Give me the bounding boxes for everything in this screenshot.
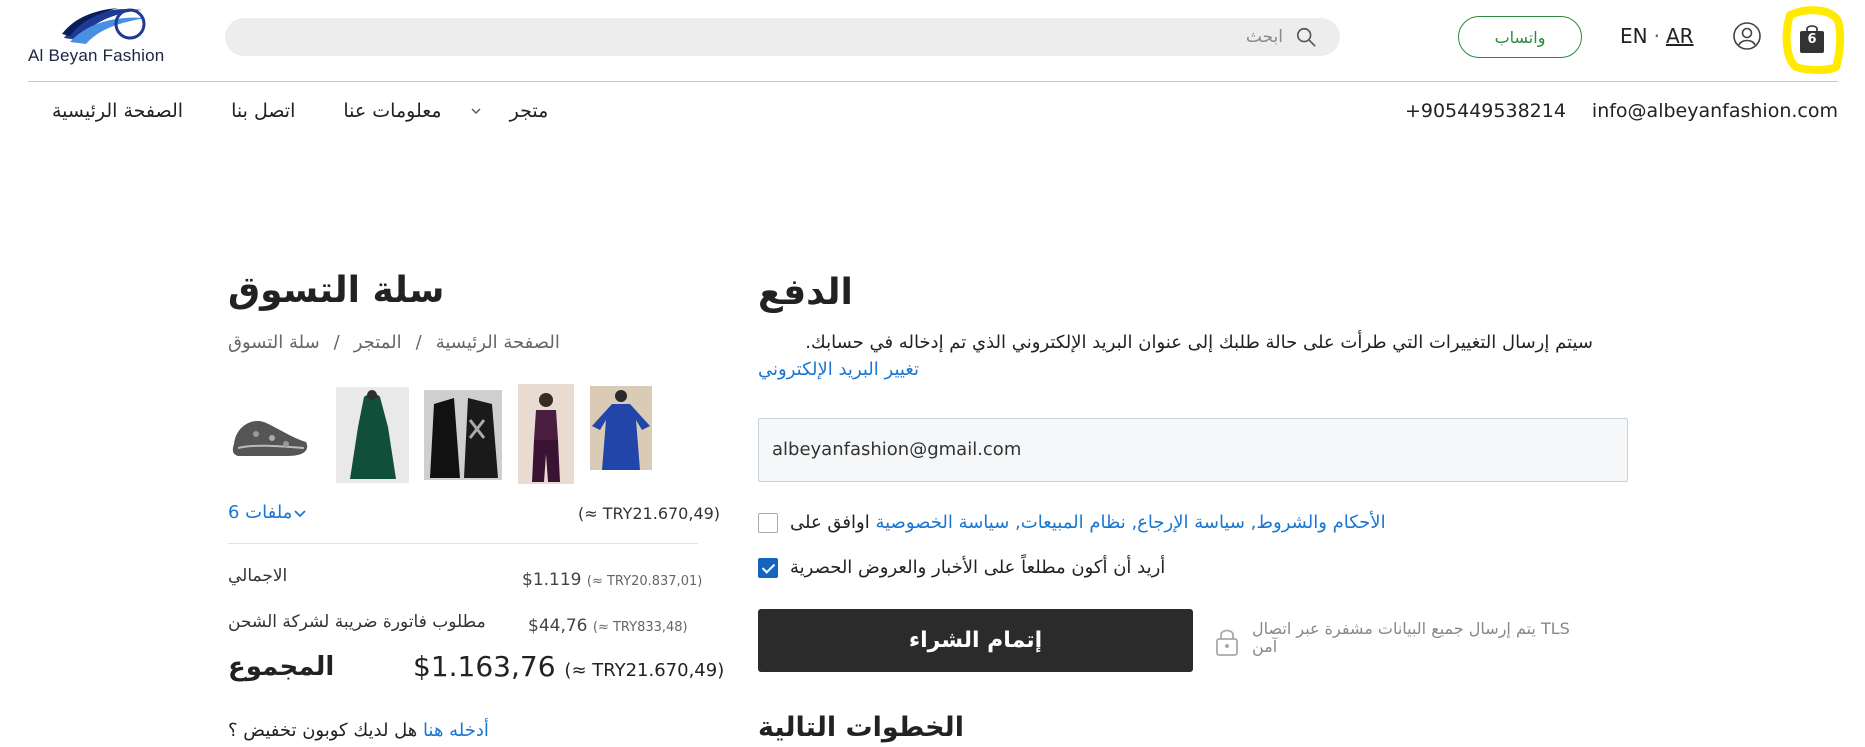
coupon-link[interactable]: أدخله هنا <box>423 720 489 741</box>
newsletter-row: أريد أن أكون مطلعاً على الأخبار والعروض … <box>758 557 1165 578</box>
coupon-question: هل لديك كوبون تخفيض ؟ <box>228 720 418 741</box>
nav-shop[interactable]: متجر <box>510 100 549 122</box>
email-field <box>758 418 1628 482</box>
product-thumb-black-abaya[interactable] <box>424 390 502 480</box>
cart-count-badge: 6 <box>1807 32 1817 47</box>
cart-title: سلة التسوق <box>228 270 445 311</box>
terms-row: الأحكام والشروط, سياسة الإرجاع, نظام الم… <box>758 512 1386 533</box>
payment-title: الدفع <box>758 272 853 313</box>
breadcrumb: سلة التسوق / المتجر / الصفحة الرئيسية <box>228 332 560 353</box>
lang-ar-link[interactable]: AR <box>1666 24 1694 48</box>
terms-checkbox[interactable] <box>758 512 778 533</box>
brand-logo-text[interactable]: Al Beyan Fashion <box>28 46 164 66</box>
summary-subtotal-try: (≈ TRY20.837,01) <box>586 574 703 589</box>
contact-info: +905449538214 info@albeyanfashion.com <box>1405 100 1838 122</box>
breadcrumb-cart: سلة التسوق <box>228 332 320 353</box>
terms-links[interactable]: الأحكام والشروط, سياسة الإرجاع, نظام الم… <box>875 512 1385 533</box>
header-divider <box>28 81 1838 82</box>
payment-description: سيتم إرسال التغييرات التي طرأت على حالة … <box>758 332 1593 380</box>
terms-prefix: اوافق على <box>790 512 870 533</box>
payment-description-text: سيتم إرسال التغييرات التي طرأت على حالة … <box>805 332 1593 353</box>
breadcrumb-home[interactable]: الصفحة الرئيسية <box>436 332 560 353</box>
language-switcher: EN · AR <box>1620 24 1694 48</box>
summary-subtotal-usd: $1.119 <box>522 570 582 590</box>
summary-total-try: (≈ TRY21.670,49) <box>564 660 725 681</box>
lang-en-link[interactable]: EN <box>1620 24 1648 48</box>
newsletter-text: أريد أن أكون مطلعاً على الأخبار والعروض … <box>790 557 1166 578</box>
search-input[interactable] <box>243 18 1283 56</box>
summary-total-value: $1.163,76 (≈ TRY21.670,49) <box>413 650 724 683</box>
cart-separator <box>228 543 698 544</box>
main-nav: الصفحة الرئيسية اتصل بنا معلومات عنا متج… <box>28 100 548 122</box>
product-thumb-purple-set[interactable] <box>518 384 574 484</box>
breadcrumb-separator: / <box>333 332 340 353</box>
summary-subtotal-value: $1.119 (≈ TRY20.837,01) <box>522 570 702 590</box>
summary-subtotal-label: الاجمالي <box>228 566 288 586</box>
breadcrumb-shop[interactable]: المتجر <box>354 332 402 353</box>
next-steps-heading: الخطوات التالية <box>758 712 964 743</box>
summary-tax-try: (≈ TRY833,48) <box>592 620 688 635</box>
contact-phone[interactable]: +905449538214 <box>1405 100 1566 122</box>
complete-purchase-button[interactable]: إتمام الشراء <box>758 609 1193 672</box>
files-toggle[interactable]: ملفات 6 <box>228 502 318 523</box>
lock-icon <box>1216 629 1238 656</box>
cart-thumbnails <box>228 384 698 486</box>
coupon-prompt: أدخله هنا هل لديك كوبون تخفيض ؟ <box>228 720 489 741</box>
files-label: ملفات 6 <box>228 502 293 523</box>
contact-email[interactable]: info@albeyanfashion.com <box>1592 100 1838 122</box>
nav-contact[interactable]: اتصل بنا <box>231 100 295 122</box>
summary-tax-value: $44,76 (≈ TRY833,48) <box>528 616 688 636</box>
product-thumb-shoe[interactable] <box>228 404 312 464</box>
search-icon[interactable] <box>1295 26 1317 48</box>
summary-tax-label: مطلوب فاتورة ضريبة لشركة الشحن <box>228 612 486 632</box>
email-input[interactable] <box>772 419 1612 479</box>
cart-subtotal-try: (≈ TRY21.670,49) <box>578 504 721 523</box>
whatsapp-button[interactable]: واتساب <box>1458 16 1582 58</box>
product-thumb-green-dress[interactable] <box>336 387 409 483</box>
user-account-icon[interactable] <box>1732 21 1762 51</box>
breadcrumb-separator: / <box>415 332 422 353</box>
brand-logo-mark[interactable] <box>60 4 150 46</box>
lang-separator: · <box>1653 24 1660 48</box>
nav-about[interactable]: معلومات عنا <box>343 100 441 122</box>
search-bar <box>225 18 1340 56</box>
change-email-link[interactable]: تغيير البريد الإلكتروني <box>758 359 1593 380</box>
chevron-down-icon <box>294 509 306 517</box>
secure-connection-text: TLS يتم إرسال جميع البيانات مشفرة عبر ات… <box>1252 619 1570 656</box>
newsletter-checkbox[interactable] <box>758 557 778 578</box>
nav-home[interactable]: الصفحة الرئيسية <box>52 100 183 122</box>
terms-text: الأحكام والشروط, سياسة الإرجاع, نظام الم… <box>790 512 1386 533</box>
summary-total-label: المجموع <box>228 652 335 682</box>
chevron-down-icon[interactable] <box>470 105 482 117</box>
summary-total-usd: $1.163,76 <box>413 650 556 683</box>
summary-tax-usd: $44,76 <box>528 616 588 636</box>
product-thumb-blue-dress[interactable] <box>590 386 652 470</box>
